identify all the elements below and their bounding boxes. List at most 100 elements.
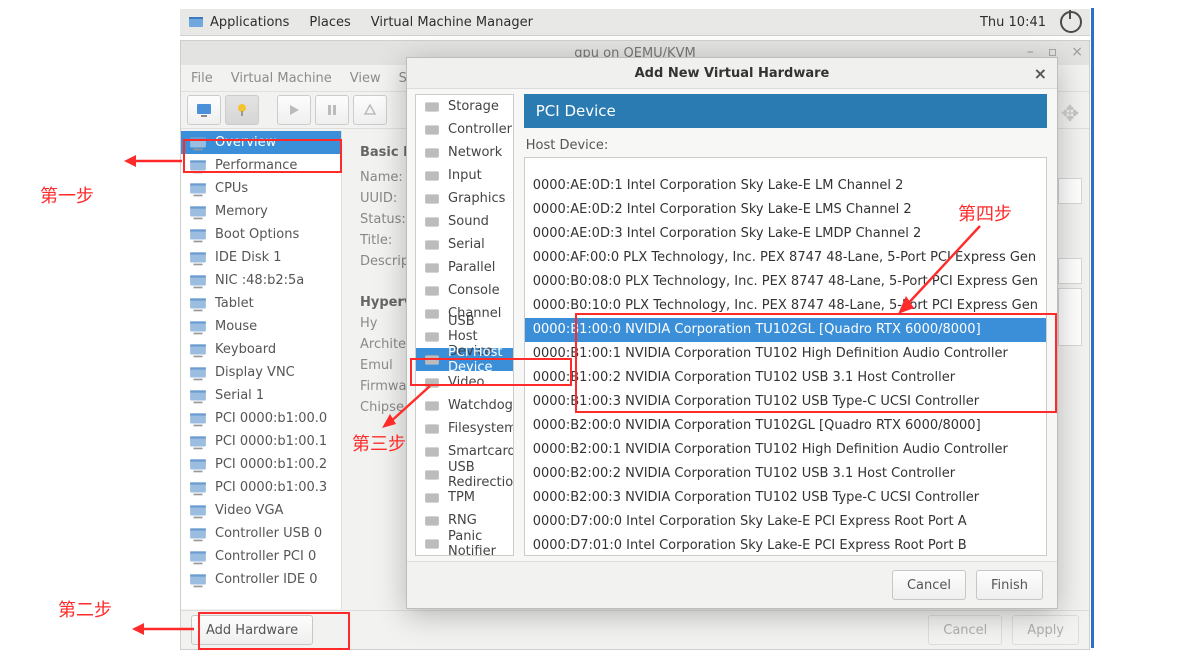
hw-type-label: RNG bbox=[448, 513, 477, 528]
hw-type-label: Input bbox=[448, 168, 482, 183]
sidebar-item-controller-pci-0[interactable]: Controller PCI 0 bbox=[181, 545, 341, 568]
hw-type-parallel[interactable]: Parallel bbox=[416, 256, 513, 279]
hw-type-label: Watchdog bbox=[448, 398, 513, 413]
hw-type-pci-host-device[interactable]: PCI Host Device bbox=[416, 348, 513, 371]
host-device-item[interactable]: 0000:AE:0D:3 Intel Corporation Sky Lake-… bbox=[525, 222, 1046, 246]
host-device-item[interactable]: 0000:AF:00:0 PLX Technology, Inc. PEX 87… bbox=[525, 246, 1046, 270]
detail-title-input[interactable] bbox=[1058, 258, 1082, 284]
device-icon bbox=[189, 388, 207, 404]
sidebar-item-serial-1[interactable]: Serial 1 bbox=[181, 384, 341, 407]
device-icon bbox=[189, 227, 207, 243]
hw-type-filesystem[interactable]: Filesystem bbox=[416, 417, 513, 440]
dialog-title: Add New Virtual Hardware bbox=[635, 66, 830, 81]
add-hardware-button[interactable]: Add Hardware bbox=[191, 615, 313, 645]
dialog-cancel-button[interactable]: Cancel bbox=[892, 570, 966, 600]
host-device-item[interactable]: 0000:B0:08:0 PLX Technology, Inc. PEX 87… bbox=[525, 270, 1046, 294]
details-apply-button[interactable]: Apply bbox=[1012, 615, 1079, 645]
sidebar-item-overview[interactable]: Overview bbox=[181, 131, 341, 154]
menu-virtual-machine[interactable]: Virtual Machine bbox=[231, 71, 332, 86]
host-device-item[interactable]: 0000:B2:00:2 NVIDIA Corporation TU102 US… bbox=[525, 462, 1046, 486]
detail-name-input[interactable] bbox=[1058, 178, 1082, 204]
hw-type-label: Network bbox=[448, 145, 502, 160]
toolbar-console-button[interactable] bbox=[187, 95, 221, 125]
hw-type-controller[interactable]: Controller bbox=[416, 118, 513, 141]
sidebar-item-memory[interactable]: Memory bbox=[181, 200, 341, 223]
toolbar-details-button[interactable] bbox=[225, 95, 259, 125]
annotation-label-step2: 第二步 bbox=[58, 596, 112, 622]
sidebar-item-controller-ide-0[interactable]: Controller IDE 0 bbox=[181, 568, 341, 591]
hw-type-storage[interactable]: Storage bbox=[416, 95, 513, 118]
sidebar-item-label: PCI 0000:b1:00.1 bbox=[215, 434, 327, 449]
sidebar-item-video-vga[interactable]: Video VGA bbox=[181, 499, 341, 522]
hw-type-label: USB Redirection bbox=[448, 460, 514, 490]
host-device-item[interactable]: 0000:B2:00:3 NVIDIA Corporation TU102 US… bbox=[525, 486, 1046, 510]
hw-type-serial[interactable]: Serial bbox=[416, 233, 513, 256]
hw-type-input[interactable]: Input bbox=[416, 164, 513, 187]
hw-type-panic-notifier[interactable]: Panic Notifier bbox=[416, 532, 513, 555]
host-device-item[interactable]: 0000:B1:00:2 NVIDIA Corporation TU102 US… bbox=[525, 366, 1046, 390]
window-close-icon[interactable]: × bbox=[1071, 44, 1083, 60]
sidebar-item-boot-options[interactable]: Boot Options bbox=[181, 223, 341, 246]
hw-type-usb-redirection[interactable]: USB Redirection bbox=[416, 463, 513, 486]
sidebar-item-nic-48-b2-5a[interactable]: NIC :48:b2:5a bbox=[181, 269, 341, 292]
device-icon bbox=[189, 181, 207, 197]
hw-type-label: Video bbox=[448, 375, 484, 390]
gnome-topbar: Applications Places Virtual Machine Mana… bbox=[180, 9, 1090, 36]
hw-type-sound[interactable]: Sound bbox=[416, 210, 513, 233]
sidebar-item-tablet[interactable]: Tablet bbox=[181, 292, 341, 315]
menu-file[interactable]: File bbox=[191, 71, 213, 86]
dialog-close-icon[interactable]: × bbox=[1034, 64, 1047, 83]
hw-type-label: Smartcard bbox=[448, 444, 514, 459]
toolbar-pause-button[interactable] bbox=[315, 95, 349, 125]
sidebar-item-pci-0000-b1-00-2[interactable]: PCI 0000:b1:00.2 bbox=[181, 453, 341, 476]
sidebar-item-performance[interactable]: Performance bbox=[181, 154, 341, 177]
hw-type-icon bbox=[424, 514, 440, 528]
hw-type-graphics[interactable]: Graphics bbox=[416, 187, 513, 210]
menu-view[interactable]: View bbox=[350, 71, 381, 86]
host-device-item[interactable]: 0000:D7:00:0 Intel Corporation Sky Lake-… bbox=[525, 510, 1046, 534]
hw-type-console[interactable]: Console bbox=[416, 279, 513, 302]
details-cancel-button[interactable]: Cancel bbox=[928, 615, 1002, 645]
sidebar-item-ide-disk-1[interactable]: IDE Disk 1 bbox=[181, 246, 341, 269]
detail-description-input[interactable] bbox=[1058, 288, 1082, 346]
host-device-item[interactable]: 0000:AE:0D:1 Intel Corporation Sky Lake-… bbox=[525, 174, 1046, 198]
host-device-item[interactable]: 0000:B1:00:0 NVIDIA Corporation TU102GL … bbox=[525, 318, 1046, 342]
host-device-list[interactable]: 0000:AE:0D:1 Intel Corporation Sky Lake-… bbox=[524, 157, 1047, 556]
host-device-item[interactable]: 0000:B1:00:1 NVIDIA Corporation TU102 Hi… bbox=[525, 342, 1046, 366]
hw-type-network[interactable]: Network bbox=[416, 141, 513, 164]
host-device-item[interactable]: 0000:B2:00:0 NVIDIA Corporation TU102GL … bbox=[525, 414, 1046, 438]
hw-type-label: PCI Host Device bbox=[448, 345, 505, 375]
hw-type-watchdog[interactable]: Watchdog bbox=[416, 394, 513, 417]
power-icon[interactable] bbox=[1060, 11, 1082, 33]
sidebar-item-label: NIC :48:b2:5a bbox=[215, 273, 304, 288]
hw-type-label: Serial bbox=[448, 237, 485, 252]
host-device-item[interactable]: 0000:AE:0D:2 Intel Corporation Sky Lake-… bbox=[525, 198, 1046, 222]
sidebar-item-label: PCI 0000:b1:00.0 bbox=[215, 411, 327, 426]
menu-places[interactable]: Places bbox=[309, 15, 350, 30]
dialog-finish-button[interactable]: Finish bbox=[976, 570, 1043, 600]
sidebar-item-cpus[interactable]: CPUs bbox=[181, 177, 341, 200]
sidebar-item-pci-0000-b1-00-3[interactable]: PCI 0000:b1:00.3 bbox=[181, 476, 341, 499]
menu-applications[interactable]: Applications bbox=[210, 15, 289, 30]
host-device-item[interactable]: 0000:B2:00:1 NVIDIA Corporation TU102 Hi… bbox=[525, 438, 1046, 462]
sidebar-item-pci-0000-b1-00-1[interactable]: PCI 0000:b1:00.1 bbox=[181, 430, 341, 453]
hw-type-icon bbox=[424, 307, 440, 321]
sidebar-item-mouse[interactable]: Mouse bbox=[181, 315, 341, 338]
host-device-item[interactable]: 0000:B0:10:0 PLX Technology, Inc. PEX 87… bbox=[525, 294, 1046, 318]
hw-type-icon bbox=[424, 169, 440, 183]
sidebar-item-pci-0000-b1-00-0[interactable]: PCI 0000:b1:00.0 bbox=[181, 407, 341, 430]
host-device-item[interactable]: 0000:D7:01:0 Intel Corporation Sky Lake-… bbox=[525, 534, 1046, 556]
device-icon bbox=[189, 135, 207, 151]
host-device-item[interactable]: 0000:B1:00:3 NVIDIA Corporation TU102 US… bbox=[525, 390, 1046, 414]
device-icon bbox=[189, 411, 207, 427]
toolbar-shutdown-button[interactable] bbox=[353, 95, 387, 125]
sidebar-item-keyboard[interactable]: Keyboard bbox=[181, 338, 341, 361]
sidebar-item-controller-usb-0[interactable]: Controller USB 0 bbox=[181, 522, 341, 545]
hw-type-icon bbox=[424, 238, 440, 252]
device-icon bbox=[189, 204, 207, 220]
menu-vmm[interactable]: Virtual Machine Manager bbox=[371, 15, 533, 30]
sidebar-item-label: Mouse bbox=[215, 319, 257, 334]
hardware-config-panel: PCI Device Host Device: 0000:AE:0D:1 Int… bbox=[514, 88, 1057, 562]
toolbar-run-button[interactable] bbox=[277, 95, 311, 125]
sidebar-item-display-vnc[interactable]: Display VNC bbox=[181, 361, 341, 384]
